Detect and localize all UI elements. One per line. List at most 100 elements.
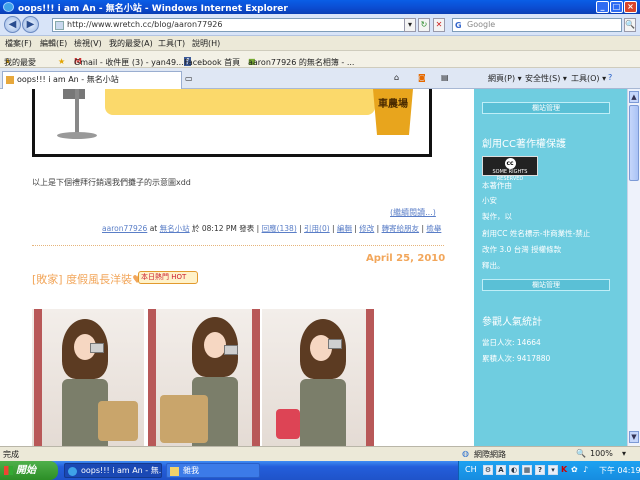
cc-line-3: 製作，以 <box>482 212 512 221</box>
messenger-icon[interactable]: ✿ <box>571 465 578 474</box>
taskbar: 開始 oops!!! i am An - 無... 雜我 CH ⚙ A ◐ ▦ … <box>0 461 640 480</box>
forward-link[interactable]: 轉寄給朋友 <box>382 224 420 233</box>
tab-active[interactable]: oops!!! i am An - 無名小站 <box>2 71 182 89</box>
ie-icon <box>3 2 14 12</box>
url-text: http://www.wretch.cc/blog/aaron77926 <box>67 20 223 29</box>
scroll-down-icon[interactable]: ▼ <box>629 431 639 443</box>
stats-title: 參觀人氣統計 <box>482 317 542 328</box>
photo-pole <box>366 309 374 446</box>
url-field[interactable]: http://www.wretch.cc/blog/aaron77926 <box>52 18 412 32</box>
task-folder-window[interactable]: 雜我 <box>166 463 260 478</box>
ime-icon[interactable]: ⚙ <box>483 465 493 475</box>
search-input[interactable]: G Google <box>452 18 622 32</box>
page-menu[interactable]: 網頁(P) ▾ <box>488 73 522 84</box>
photo-bag <box>98 401 138 441</box>
photo-pole <box>148 309 156 446</box>
windows-flag-icon <box>4 466 13 475</box>
feeds-icon[interactable]: ◙ <box>418 73 426 82</box>
print-icon[interactable]: ▤ <box>441 73 449 82</box>
safety-menu[interactable]: 安全性(S) ▾ <box>525 73 567 84</box>
refresh-icon[interactable]: ↻ <box>418 18 430 32</box>
status-text: 完成 <box>3 450 19 459</box>
post-photo-3[interactable] <box>262 309 374 446</box>
antivirus-icon[interactable]: K <box>561 465 567 474</box>
zoom-level[interactable]: 100% <box>590 449 613 458</box>
cc-author-link[interactable]: 小安 <box>482 195 497 206</box>
author-link[interactable]: aaron77926 <box>102 224 147 233</box>
cc-license-badge[interactable]: cc SOME RIGHTS RESERVED <box>482 156 538 182</box>
post-photo-2[interactable] <box>148 309 260 446</box>
cc-title: 創用CC著作權保護 <box>482 139 566 150</box>
zoom-dropdown-icon[interactable]: ▾ <box>622 449 626 458</box>
trackback-link[interactable]: 引用(0) <box>304 224 330 233</box>
report-link[interactable]: 檢舉 <box>426 224 441 233</box>
clock: 下午 04:19 <box>599 466 640 475</box>
fav-album-label: aaron77926 的無名相簿 - ... <box>248 58 355 67</box>
fav-facebook-label: Facebook 首頁 <box>184 58 241 67</box>
folder-icon <box>170 467 179 476</box>
hot-badge: 本日熱門 HOT <box>138 271 198 284</box>
read-more-link[interactable]: (繼續閱讀...) <box>390 207 436 218</box>
volume-icon[interactable]: ♪ <box>583 465 588 474</box>
post-title-link[interactable]: [敗家] 度假風長洋裝♥ <box>32 271 142 287</box>
scroll-up-icon[interactable]: ▲ <box>629 91 639 103</box>
lamp-pole <box>75 89 79 134</box>
new-tab-icon[interactable]: ▭ <box>185 74 193 83</box>
start-button[interactable]: 開始 <box>0 461 58 480</box>
ie-task-icon <box>68 467 77 476</box>
modify-link[interactable]: 修改 <box>359 224 374 233</box>
post-time: 於 08:12 PM 發表 | <box>189 224 262 233</box>
menu-view[interactable]: 檢視(V) <box>74 38 102 49</box>
help-icon[interactable]: ? <box>608 73 612 82</box>
tools-menu[interactable]: 工具(O) ▾ <box>571 73 606 84</box>
home-icon[interactable]: ⌂ <box>394 73 399 82</box>
close-button[interactable]: × <box>624 1 637 13</box>
language-indicator[interactable]: CH <box>465 465 477 474</box>
maximize-button[interactable]: □ <box>610 1 623 13</box>
menu-file[interactable]: 檔案(F) <box>5 38 32 49</box>
ime-width-icon[interactable]: ◐ <box>509 465 519 475</box>
post-divider <box>32 245 444 246</box>
cc-license-link[interactable]: 創用CC 姓名標示-非商業性-禁止 <box>482 228 590 239</box>
task-ie-window[interactable]: oops!!! i am An - 無... <box>64 463 162 478</box>
task-ie-label: oops!!! i am An - 無... <box>81 466 162 475</box>
menu-help[interactable]: 說明(H) <box>192 38 220 49</box>
stop-icon[interactable]: ✕ <box>433 18 445 32</box>
sidebar-admin-header[interactable]: 欄站管理 <box>482 102 610 114</box>
menu-edit[interactable]: 編輯(E) <box>40 38 67 49</box>
search-go-icon[interactable]: 🔍 <box>624 18 636 32</box>
post-meta: aaron77926 at 無名小站 於 08:12 PM 發表 | 回應(13… <box>102 224 442 233</box>
lamp-base <box>57 132 97 139</box>
comments-link[interactable]: 回應(138) <box>262 224 297 233</box>
photo-camera <box>224 345 238 355</box>
edit-link[interactable]: 編輯 <box>337 224 352 233</box>
cc-icon: cc <box>504 158 516 169</box>
menu-tools[interactable]: 工具(T) <box>158 38 185 49</box>
forward-button[interactable]: ▶ <box>22 16 39 33</box>
stats-today: 當日人次: 14664 <box>482 338 541 347</box>
site-link[interactable]: 無名小站 <box>160 224 190 233</box>
task-folder-label: 雜我 <box>183 466 199 475</box>
page-favicon <box>55 21 64 30</box>
back-button[interactable]: ◀ <box>4 16 21 33</box>
menu-favorites[interactable]: 我的最愛(A) <box>109 38 153 49</box>
cc-line-6: 釋出。 <box>482 261 505 270</box>
sidebar: 欄站管理 創用CC著作權保護 cc SOME RIGHTS RESERVED 本… <box>474 89 627 446</box>
url-dropdown-icon[interactable]: ▾ <box>404 18 416 32</box>
cc-license-link-2[interactable]: 改作 3.0 台灣 授權條款 <box>482 244 561 255</box>
post-image-booth: 車農場 <box>32 89 432 157</box>
scroll-thumb[interactable] <box>629 105 639 181</box>
internet-zone-icon: ◍ <box>462 449 469 458</box>
help-tray-icon[interactable]: ? <box>535 465 545 475</box>
photo-camera <box>328 339 342 349</box>
vertical-scrollbar[interactable]: ▲ ▼ <box>627 89 640 446</box>
photo-pole <box>34 309 42 446</box>
post-photo-1[interactable] <box>32 309 144 446</box>
ime-mode-icon[interactable]: A <box>496 465 506 475</box>
menu-tray-icon[interactable]: ▾ <box>548 465 558 475</box>
keyboard-icon[interactable]: ▦ <box>522 465 532 475</box>
sidebar-admin-header-2[interactable]: 欄站管理 <box>482 279 610 291</box>
minimize-button[interactable]: _ <box>596 1 609 13</box>
search-placeholder: Google <box>467 20 496 29</box>
system-tray: CH ⚙ A ◐ ▦ ? ▾ K ✿ ♪ 下午 04:19 <box>458 461 640 480</box>
